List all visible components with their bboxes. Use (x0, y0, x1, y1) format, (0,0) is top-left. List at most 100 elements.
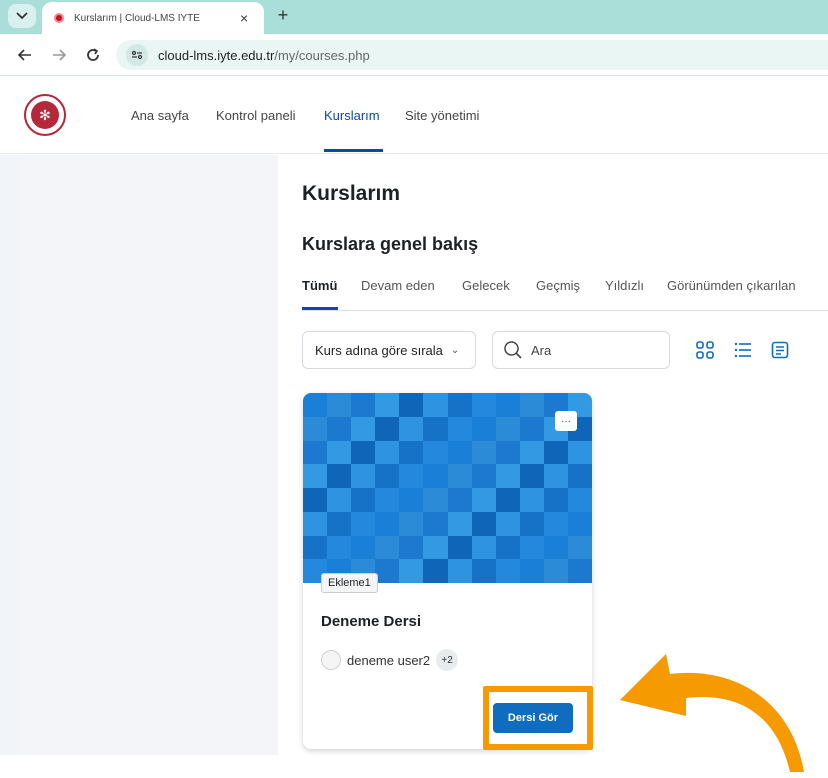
forward-button[interactable] (48, 44, 70, 66)
course-image-tile (471, 393, 496, 417)
nav-site-admin[interactable]: Site yönetimi (405, 108, 479, 123)
filter-tab-hidden[interactable]: Görünümden çıkarılan (667, 278, 796, 293)
course-image-tile (471, 464, 496, 488)
course-image-tile (351, 464, 376, 488)
course-image-tile (375, 535, 400, 560)
course-image-tile (375, 559, 400, 583)
browser-toolbar: cloud-lms.iyte.edu.tr/my/courses.php (0, 34, 828, 76)
tab-close-icon[interactable]: × (240, 10, 248, 26)
course-image-tile (447, 535, 472, 560)
course-image-tile (375, 488, 400, 512)
course-image-tile (519, 440, 544, 465)
summary-view-icon[interactable] (768, 338, 792, 362)
course-image-tile (543, 488, 568, 512)
course-image-tile (351, 416, 376, 441)
back-button[interactable] (14, 44, 36, 66)
course-image-tile (471, 559, 496, 583)
page-title: Kurslarım (302, 182, 401, 205)
course-image-tile (543, 559, 568, 583)
course-image-tile (375, 416, 400, 441)
url-text: cloud-lms.iyte.edu.tr/my/courses.php (158, 48, 370, 63)
course-image-tile (423, 440, 448, 465)
course-name-link[interactable]: Deneme Dersi (321, 613, 421, 630)
search-placeholder: Ara (531, 342, 552, 358)
nav-active-indicator (324, 149, 383, 152)
url-path: /my/courses.php (274, 47, 370, 63)
course-image-tile (303, 393, 328, 417)
course-image-tile (327, 416, 352, 441)
course-image-tile (495, 440, 520, 465)
course-image-tile (519, 535, 544, 560)
filter-tab-starred[interactable]: Yıldızlı (605, 278, 644, 293)
course-image-tile (567, 464, 592, 488)
chevron-down-icon: ⌄ (450, 344, 460, 356)
course-category-badge: Ekleme1 (321, 573, 378, 593)
course-image-tile (447, 464, 472, 488)
filter-tab-future[interactable]: Gelecek (462, 278, 510, 293)
filter-tab-past[interactable]: Geçmiş (536, 278, 580, 293)
course-image-tile (327, 535, 352, 560)
card-view-icon[interactable] (693, 338, 717, 362)
browser-tab[interactable]: Kurslarım | Cloud-LMS İYTE × (42, 2, 264, 34)
course-image-tile (375, 393, 400, 417)
nav-home[interactable]: Ana sayfa (131, 108, 189, 123)
filter-divider (302, 310, 828, 311)
nav-dashboard[interactable]: Kontrol paneli (216, 108, 296, 123)
course-image-tile (447, 559, 472, 583)
course-image-tile (519, 559, 544, 583)
course-image-tile (423, 559, 448, 583)
emblem-icon: ✻ (31, 101, 59, 129)
course-image-tile (519, 393, 544, 417)
reload-icon (87, 48, 99, 61)
search-input[interactable]: Ara (492, 331, 670, 369)
filter-tab-all[interactable]: Tümü (302, 278, 337, 293)
course-image-tile (519, 464, 544, 488)
course-image-tile (351, 488, 376, 512)
tab-search-button[interactable] (8, 4, 36, 28)
course-image-tile (519, 488, 544, 512)
course-image-tile (495, 488, 520, 512)
filter-tab-in-progress[interactable]: Devam eden (361, 278, 435, 293)
arrow-right-icon (53, 49, 66, 61)
url-host: cloud-lms.iyte.edu.tr (158, 47, 275, 63)
more-teachers-badge[interactable]: +2 (436, 649, 459, 671)
course-image-tile (399, 535, 424, 560)
course-image-tile (399, 416, 424, 441)
course-image-tile (303, 464, 328, 488)
browser-tab-bar: Kurslarım | Cloud-LMS İYTE × + (0, 0, 828, 34)
new-tab-button[interactable]: + (272, 4, 294, 26)
course-image-tile (447, 440, 472, 465)
course-image-tile (423, 393, 448, 417)
course-image-tile (567, 535, 592, 560)
course-image-tile (351, 393, 376, 417)
course-image-tile (471, 488, 496, 512)
course-menu-button[interactable]: ··· (555, 411, 577, 431)
course-image-tile (567, 511, 592, 536)
address-bar[interactable]: cloud-lms.iyte.edu.tr/my/courses.php (116, 40, 828, 70)
course-image-tile (303, 535, 328, 560)
course-image-tile (567, 488, 592, 512)
site-info-icon[interactable] (126, 44, 148, 66)
course-image-tile (303, 511, 328, 536)
course-image-tile (375, 440, 400, 465)
sort-dropdown[interactable]: Kurs adına göre sırala ⌄ (302, 331, 476, 369)
favicon-icon (54, 13, 64, 23)
course-image-tile (375, 511, 400, 536)
course-image-tile (327, 393, 352, 417)
course-image-tile (327, 488, 352, 512)
course-image-tile (303, 416, 328, 441)
course-image-tile (447, 416, 472, 441)
search-icon (504, 341, 522, 359)
course-image-tile (423, 488, 448, 512)
course-image-tile (423, 464, 448, 488)
site-logo[interactable]: ✻ (24, 94, 66, 136)
course-image-tile (423, 511, 448, 536)
section-title: Kurslara genel bakış (302, 234, 479, 254)
course-image-tile (399, 488, 424, 512)
list-view-icon[interactable] (731, 338, 755, 362)
course-image[interactable] (303, 393, 592, 583)
chevron-down-icon (16, 12, 28, 20)
nav-my-courses[interactable]: Kurslarım (324, 108, 380, 123)
reload-button[interactable] (82, 44, 104, 66)
course-image-tile (399, 440, 424, 465)
